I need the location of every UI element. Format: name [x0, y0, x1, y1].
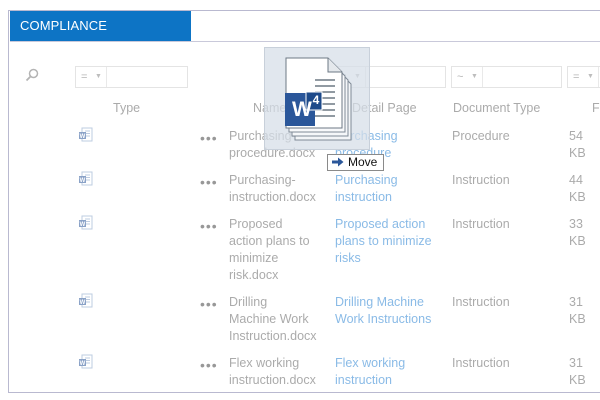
selected-count-badge: 4: [312, 93, 320, 107]
detail-line: instruction: [335, 373, 392, 387]
name-line: Machine Work: [229, 312, 309, 326]
name-line: Drilling: [229, 295, 268, 309]
size-filter-operator[interactable]: = ▼: [568, 67, 599, 87]
row-doc-type: Instruction: [452, 173, 510, 187]
row-file-size: 44 KB: [569, 173, 586, 204]
move-arrow-icon: [332, 157, 344, 167]
column-header-type[interactable]: Type: [113, 101, 140, 115]
word-doc-icon: W: [79, 354, 93, 369]
name-line: Purchasing-: [229, 173, 296, 187]
name-line: instruction.docx: [229, 373, 316, 387]
move-tooltip: Move: [327, 154, 385, 171]
detail-line: instruction: [335, 190, 392, 204]
name-line: risk.docx: [229, 268, 279, 282]
row-doc-type: Instruction: [452, 356, 510, 370]
row-name-link[interactable]: Drilling Machine Work Instruction.docx: [229, 294, 317, 345]
name-line: minimize: [229, 251, 279, 265]
row-name-link[interactable]: Purchasing- instruction.docx: [229, 172, 316, 206]
word-doc-icon: W: [79, 127, 93, 142]
row-file-size: 54 KB: [569, 129, 586, 160]
doctype-filter-field[interactable]: ~ ▼: [451, 66, 562, 88]
svg-text:W: W: [80, 178, 86, 184]
row-file-size: 33 KB: [569, 217, 586, 248]
detail-line: Purchasing: [335, 173, 398, 187]
search-icon[interactable]: [25, 68, 39, 82]
row-detail-link[interactable]: Purchasing instruction: [335, 172, 398, 206]
row-file-size: 31 KB: [569, 356, 586, 387]
name-line: Instruction.docx: [229, 329, 317, 343]
drag-preview: W 4: [264, 47, 370, 150]
detail-line: plans to minimize: [335, 234, 432, 248]
detail-line: Flex working: [335, 356, 406, 370]
row-actions-button[interactable]: •••: [200, 218, 218, 234]
row-name-link[interactable]: Proposed action plans to minimize risk.d…: [229, 216, 310, 284]
word-doc-icon: W: [79, 293, 93, 308]
chevron-down-icon: ▼: [95, 73, 102, 80]
chevron-down-icon: ▼: [471, 73, 478, 80]
name-line: instruction.docx: [229, 190, 316, 204]
word-doc-icon: W: [79, 215, 93, 230]
row-name-link[interactable]: Flex working instruction.docx: [229, 355, 316, 389]
name-line: Proposed: [229, 217, 283, 231]
row-actions-button[interactable]: •••: [200, 174, 218, 190]
type-filter-field[interactable]: = ▼: [75, 66, 188, 88]
row-doc-type: Instruction: [452, 217, 510, 231]
name-line: Flex working: [229, 356, 300, 370]
doctype-filter-operator[interactable]: ~ ▼: [452, 67, 483, 87]
detail-line: risks: [335, 251, 361, 265]
detail-line: Proposed action: [335, 217, 426, 231]
row-detail-link[interactable]: Drilling Machine Work Instructions: [335, 294, 431, 328]
row-detail-link[interactable]: Flex working instruction: [335, 355, 405, 389]
row-doc-type: Procedure: [452, 129, 510, 143]
row-file-size: 31 KB: [569, 295, 586, 326]
svg-text:W: W: [80, 134, 86, 140]
svg-text:W: W: [80, 300, 86, 306]
move-tooltip-label: Move: [348, 155, 378, 169]
chevron-down-icon: ▼: [587, 73, 594, 80]
svg-text:W: W: [80, 361, 86, 367]
column-header-file-size[interactable]: F: [592, 101, 600, 115]
row-detail-link[interactable]: Proposed action plans to minimize risks: [335, 216, 432, 267]
row-actions-button[interactable]: •••: [200, 357, 218, 373]
row-actions-button[interactable]: •••: [200, 130, 218, 146]
size-filter-field[interactable]: = ▼: [567, 66, 600, 88]
detail-line: Drilling Machine: [335, 295, 424, 309]
row-actions-button[interactable]: •••: [200, 296, 218, 312]
word-doc-icon: W: [79, 171, 93, 186]
name-line: action plans to: [229, 234, 310, 248]
column-header-document-type[interactable]: Document Type: [453, 101, 540, 115]
svg-text:W: W: [80, 222, 86, 228]
row-doc-type: Instruction: [452, 295, 510, 309]
type-filter-operator[interactable]: = ▼: [76, 67, 107, 87]
detail-line: Work Instructions: [335, 312, 432, 326]
word-logo-letter: W: [292, 98, 312, 121]
